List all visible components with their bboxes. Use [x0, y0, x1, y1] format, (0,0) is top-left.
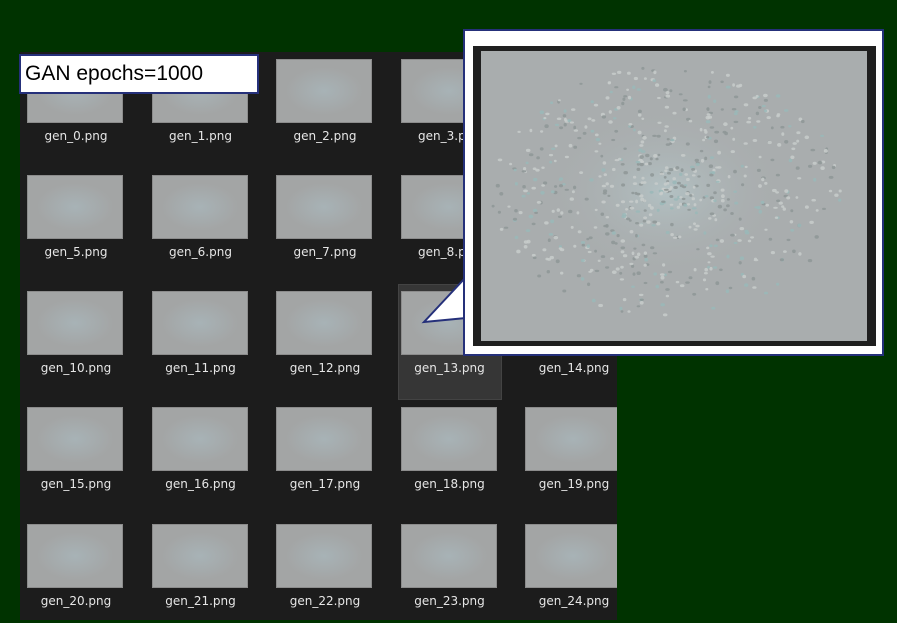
file-tile[interactable]: gen_20.png: [24, 517, 128, 620]
file-thumbnail[interactable]: [276, 175, 372, 239]
file-tile[interactable]: gen_2.png: [273, 52, 377, 168]
zoom-callout-panel: [463, 29, 884, 356]
file-tile[interactable]: gen_5.png: [24, 168, 128, 284]
file-name[interactable]: gen_17.png: [274, 477, 376, 491]
file-name[interactable]: gen_7.png: [274, 245, 376, 259]
zoomed-image-dots: [491, 66, 842, 317]
file-thumbnail[interactable]: [400, 524, 497, 588]
file-thumbnail[interactable]: [151, 407, 248, 471]
file-thumbnail[interactable]: [151, 524, 248, 588]
file-thumbnail[interactable]: [151, 175, 248, 239]
file-tile[interactable]: gen_11.png: [149, 284, 253, 400]
file-tile[interactable]: gen_22.png: [273, 517, 377, 620]
file-tile[interactable]: gen_18.png: [398, 400, 502, 516]
file-name[interactable]: gen_21.png: [150, 594, 252, 608]
file-name[interactable]: gen_19.png: [523, 477, 617, 491]
file-thumbnail[interactable]: [276, 291, 372, 355]
file-tile[interactable]: gen_15.png: [24, 400, 128, 516]
file-tile[interactable]: gen_7.png: [273, 168, 377, 284]
file-name[interactable]: gen_18.png: [399, 477, 501, 491]
file-name[interactable]: gen_15.png: [25, 477, 127, 491]
file-name[interactable]: gen_0.png: [25, 129, 127, 143]
file-name[interactable]: gen_24.png: [523, 594, 617, 608]
file-tile[interactable]: gen_12.png: [273, 284, 377, 400]
zoom-image-frame: [473, 46, 876, 346]
file-thumbnail[interactable]: [27, 291, 123, 355]
file-name[interactable]: gen_2.png: [274, 129, 376, 143]
file-tile[interactable]: gen_17.png: [273, 400, 377, 516]
file-thumbnail[interactable]: [27, 407, 123, 471]
file-name[interactable]: gen_5.png: [25, 245, 127, 259]
file-name[interactable]: gen_14.png: [523, 361, 617, 375]
file-tile[interactable]: gen_19.png: [522, 400, 617, 516]
zoomed-image-preview: [481, 51, 867, 341]
file-name[interactable]: gen_6.png: [150, 245, 252, 259]
file-name[interactable]: gen_16.png: [150, 477, 252, 491]
file-thumbnail[interactable]: [276, 59, 372, 123]
file-thumbnail[interactable]: [525, 524, 617, 588]
file-name[interactable]: gen_20.png: [25, 594, 127, 608]
file-thumbnail[interactable]: [276, 524, 372, 588]
file-name[interactable]: gen_13.png: [399, 361, 501, 375]
file-name[interactable]: gen_23.png: [399, 594, 501, 608]
file-tile[interactable]: gen_23.png: [398, 517, 502, 620]
file-thumbnail[interactable]: [27, 175, 123, 239]
file-name[interactable]: gen_11.png: [150, 361, 252, 375]
title-label: GAN epochs=1000: [19, 54, 259, 94]
file-tile[interactable]: gen_24.png: [522, 517, 617, 620]
file-thumbnail[interactable]: [400, 407, 497, 471]
file-thumbnail[interactable]: [525, 407, 617, 471]
file-tile[interactable]: gen_16.png: [149, 400, 253, 516]
file-name[interactable]: gen_10.png: [25, 361, 127, 375]
file-tile[interactable]: gen_10.png: [24, 284, 128, 400]
file-name[interactable]: gen_22.png: [274, 594, 376, 608]
file-tile[interactable]: gen_21.png: [149, 517, 253, 620]
file-name[interactable]: gen_1.png: [150, 129, 252, 143]
file-thumbnail[interactable]: [27, 524, 123, 588]
file-tile[interactable]: gen_6.png: [149, 168, 253, 284]
file-name[interactable]: gen_12.png: [274, 361, 376, 375]
file-thumbnail[interactable]: [276, 407, 372, 471]
file-thumbnail[interactable]: [151, 291, 248, 355]
